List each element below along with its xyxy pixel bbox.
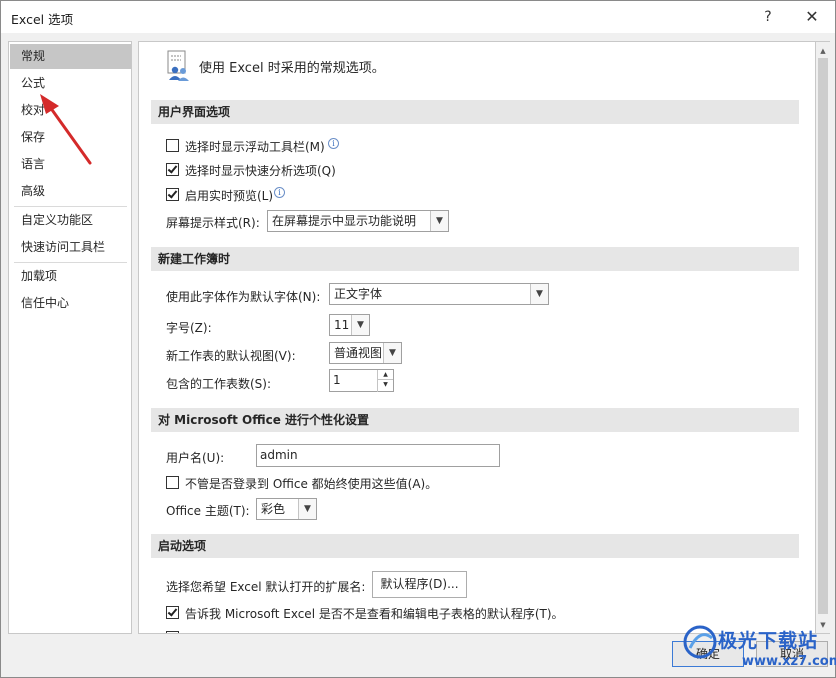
chevron-down-icon: ▼ — [298, 499, 316, 519]
default-font-select[interactable]: 正文字体 ▼ — [329, 283, 549, 305]
nav-item-quick-access-toolbar[interactable]: 快速访问工具栏 — [10, 235, 131, 260]
chevron-down-icon: ▼ — [430, 211, 448, 231]
floating-toolbar-checkbox[interactable] — [166, 139, 179, 152]
always-use-values-label: 不管是否登录到 Office 都始终使用这些值(A)。 — [185, 477, 438, 491]
nav-item-add-ins[interactable]: 加载项 — [10, 264, 131, 289]
nav-item-advanced[interactable]: 高级 — [10, 179, 131, 204]
general-options-heading: 使用 Excel 时采用的常规选项。 — [199, 61, 385, 76]
info-icon: i — [328, 138, 339, 149]
dialog-title: Excel 选项 — [11, 12, 74, 27]
quick-analysis-label: 选择时显示快速分析选项(Q) — [185, 164, 336, 178]
tell-me-default-label: 告诉我 Microsoft Excel 是否不是查看和编辑电子表格的默认程序(T… — [185, 607, 564, 621]
default-programs-button[interactable]: 默认程序(D)... — [372, 571, 467, 598]
nav-item-proofing[interactable]: 校对 — [10, 98, 131, 123]
scroll-up-icon[interactable]: ▲ — [816, 44, 830, 58]
help-button[interactable]: ? — [758, 6, 778, 28]
username-label: 用户名(U): — [166, 451, 225, 465]
screentip-style-label: 屏幕提示样式(R): — [166, 216, 260, 230]
content-scrollbar[interactable]: ▲ ▼ — [816, 41, 830, 634]
nav-item-trust-center[interactable]: 信任中心 — [10, 291, 131, 316]
chevron-down-icon: ▼ — [530, 284, 548, 304]
section-new-workbook: 新建工作簿时 — [151, 247, 799, 271]
chevron-down-icon: ▼ — [351, 315, 369, 335]
partially-hidden-checkbox[interactable] — [166, 631, 179, 633]
office-theme-value: 彩色 — [261, 502, 286, 516]
default-extensions-label: 选择您希望 Excel 默认打开的扩展名: — [166, 580, 366, 594]
tell-me-default-checkbox[interactable] — [166, 606, 179, 619]
default-font-label: 使用此字体作为默认字体(N): — [166, 290, 321, 304]
close-button[interactable]: ✕ — [799, 6, 825, 28]
screentip-style-value: 在屏幕提示中显示功能说明 — [272, 214, 417, 228]
general-options-icon — [167, 50, 189, 81]
quick-analysis-checkbox[interactable] — [166, 163, 179, 176]
default-view-select[interactable]: 普通视图 ▼ — [329, 342, 402, 364]
cancel-button[interactable]: 取消 — [756, 641, 828, 667]
live-preview-label: 启用实时预览(L) — [185, 189, 274, 203]
font-size-select[interactable]: 11 ▼ — [329, 314, 370, 336]
scroll-down-icon[interactable]: ▼ — [816, 618, 830, 632]
checkmark-icon — [167, 606, 178, 617]
nav-divider — [14, 262, 127, 263]
checkmark-icon — [167, 188, 178, 199]
options-content-panel: 使用 Excel 时采用的常规选项。 用户界面选项 选择时显示浮动工具栏(M) … — [138, 41, 816, 634]
office-theme-select[interactable]: 彩色 ▼ — [256, 498, 317, 520]
checkmark-icon — [167, 163, 178, 174]
nav-item-formulas[interactable]: 公式 — [10, 71, 131, 96]
always-use-values-checkbox[interactable] — [166, 476, 179, 489]
nav-item-customize-ribbon[interactable]: 自定义功能区 — [10, 208, 131, 233]
default-view-value: 普通视图 — [334, 346, 383, 360]
nav-item-save[interactable]: 保存 — [10, 125, 131, 150]
default-font-value: 正文字体 — [334, 287, 383, 301]
live-preview-checkbox[interactable] — [166, 188, 179, 201]
excel-options-dialog: Excel 选项 ? ✕ 常规 公式 校对 保存 语言 高级 自定义功能区 快速… — [0, 0, 836, 678]
section-ui-options: 用户界面选项 — [151, 100, 799, 124]
category-nav: 常规 公式 校对 保存 语言 高级 自定义功能区 快速访问工具栏 加载项 信任中… — [8, 41, 132, 634]
nav-item-general[interactable]: 常规 — [10, 44, 131, 69]
screentip-style-select[interactable]: 在屏幕提示中显示功能说明 ▼ — [267, 210, 449, 232]
font-size-label: 字号(Z): — [166, 321, 212, 335]
scroll-thumb[interactable] — [818, 58, 828, 614]
default-view-label: 新工作表的默认视图(V): — [166, 349, 296, 363]
section-startup: 启动选项 — [151, 534, 799, 558]
sheet-count-value: 1 — [333, 373, 341, 387]
title-bar: Excel 选项 ? ✕ — [1, 1, 835, 33]
increment-icon[interactable]: ▲ — [378, 370, 393, 380]
info-icon: i — [274, 187, 285, 198]
office-theme-label: Office 主题(T): — [166, 504, 250, 518]
sheet-count-label: 包含的工作表数(S): — [166, 377, 272, 391]
username-input[interactable]: admin — [256, 444, 500, 467]
sheet-count-stepper[interactable]: 1 ▲ ▼ — [329, 369, 394, 392]
nav-item-language[interactable]: 语言 — [10, 152, 131, 177]
ok-button[interactable]: 确定 — [672, 641, 744, 667]
chevron-down-icon: ▼ — [383, 343, 401, 363]
floating-toolbar-label: 选择时显示浮动工具栏(M) — [185, 140, 325, 154]
section-personalize: 对 Microsoft Office 进行个性化设置 — [151, 408, 799, 432]
nav-divider — [14, 206, 127, 207]
font-size-value: 11 — [334, 318, 350, 332]
spin-buttons[interactable]: ▲ ▼ — [377, 370, 393, 392]
decrement-icon[interactable]: ▼ — [378, 380, 393, 390]
